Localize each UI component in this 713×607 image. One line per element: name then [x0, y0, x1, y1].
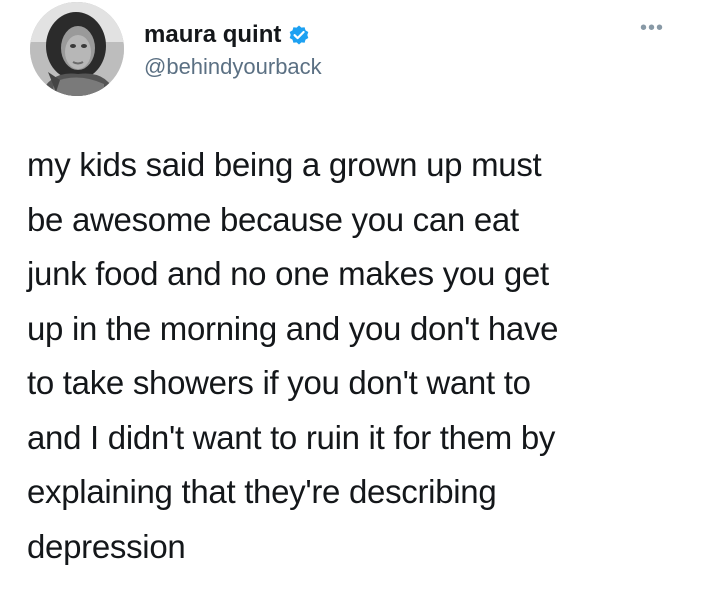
display-name-row: maura quint — [144, 20, 322, 50]
verified-badge-icon — [287, 23, 311, 47]
tweet-card: maura quint @behindyourback ••• my kids … — [0, 0, 713, 607]
tweet-text-line: junk food and no one makes you get — [27, 255, 549, 292]
tweet-text-line: be awesome because you can eat — [27, 200, 519, 238]
tweet-header: maura quint @behindyourback ••• — [28, 0, 688, 102]
tweet-text-line: to take showers if you don't want to — [27, 364, 531, 401]
more-options-icon[interactable]: ••• — [640, 18, 664, 38]
tweet-text-line: depression — [27, 527, 186, 565]
tweet-text-line: my kids said being a grown up must — [27, 146, 542, 183]
tweet-text-line: up in the morning and you don't have — [27, 309, 559, 347]
tweet-text-line: explaining that they're describing — [27, 473, 497, 510]
display-name[interactable]: maura quint — [144, 21, 281, 49]
author-block: maura quint @behindyourback — [144, 20, 322, 80]
avatar-photo — [30, 2, 124, 96]
user-handle[interactable]: @behindyourback — [144, 54, 322, 80]
tweet-text-line: and I didn't want to ruin it for them by — [27, 418, 556, 456]
avatar[interactable] — [30, 2, 124, 96]
tweet-text: my kids said being a grown up must be aw… — [27, 138, 687, 574]
